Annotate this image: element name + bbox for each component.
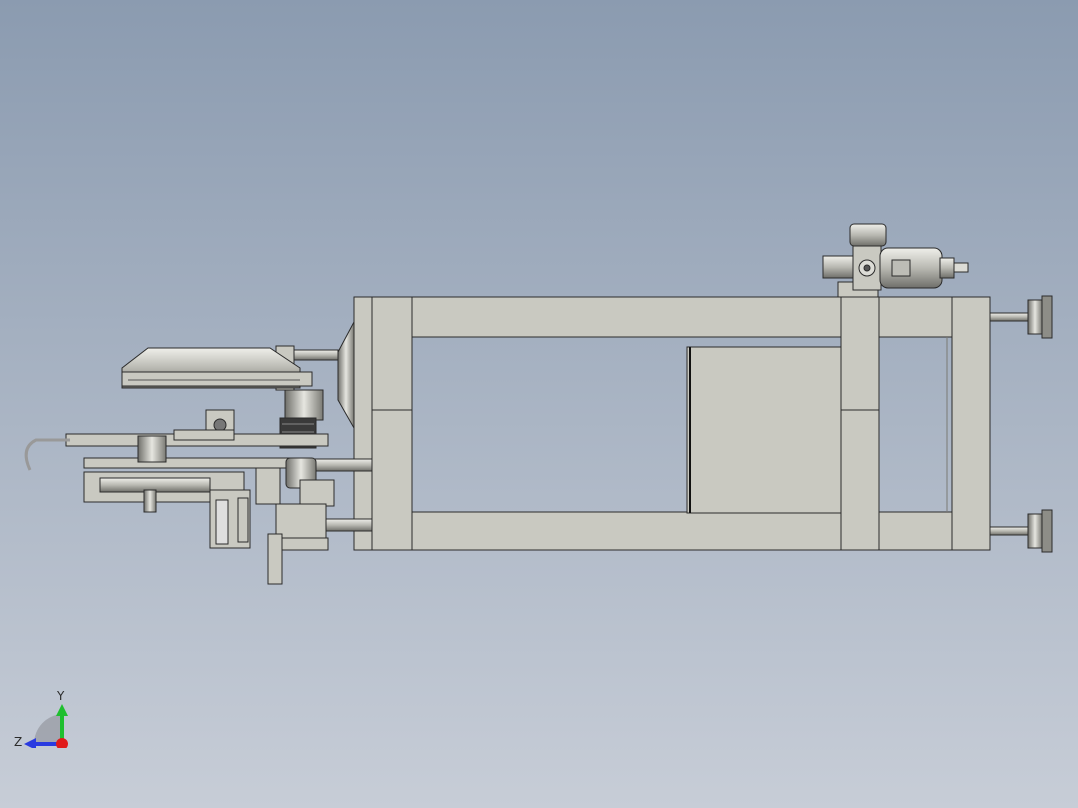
cone-hub <box>337 321 355 430</box>
graphics-viewport[interactable]: Y Z <box>0 0 1078 808</box>
coordinate-triad: Y Z <box>14 689 68 748</box>
main-frame <box>369 296 991 551</box>
z-axis-label: Z <box>14 735 22 748</box>
y-axis-arrowhead <box>56 704 68 716</box>
z-axis-arrowhead <box>24 738 36 748</box>
rear-stops <box>989 295 1053 553</box>
left-mechanism <box>24 409 335 585</box>
cad-model-assembly[interactable] <box>0 0 1078 808</box>
guide-rod-top <box>311 458 373 472</box>
front-plate <box>353 296 373 551</box>
y-axis-label: Y <box>56 689 65 703</box>
air-filter-unit <box>822 223 969 298</box>
inner-plate <box>686 346 842 514</box>
